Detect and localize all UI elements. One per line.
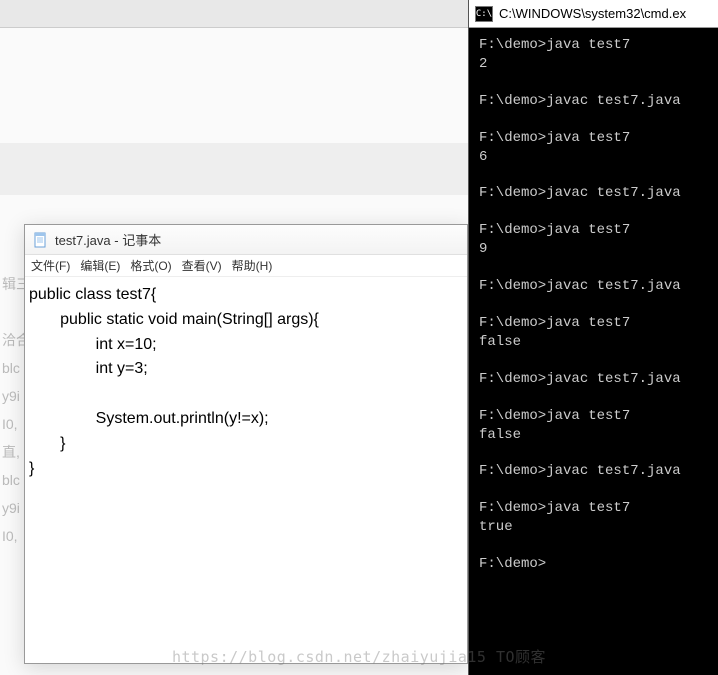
bg-fragment: 洽合 — [0, 326, 22, 354]
cmd-line: false — [479, 426, 712, 445]
cmd-line: F:\demo>javac test7.java — [479, 370, 712, 389]
cmd-line: F:\demo>javac test7.java — [479, 462, 712, 481]
cmd-terminal-output[interactable]: F:\demo>java test72 F:\demo>javac test7.… — [469, 28, 718, 580]
cmd-line: 6 — [479, 148, 712, 167]
notepad-title-bar[interactable]: test7.java - 记事本 — [25, 225, 467, 255]
cmd-title-text: C:\WINDOWS\system32\cmd.ex — [499, 6, 686, 21]
cmd-line: F:\demo>javac test7.java — [479, 92, 712, 111]
bg-fragment: blc — [0, 354, 22, 382]
cmd-line — [479, 166, 712, 184]
notepad-title-text: test7.java - 记事本 — [55, 230, 161, 249]
background-toolbar — [0, 0, 468, 28]
cmd-line: false — [479, 333, 712, 352]
cmd-title-bar[interactable]: C:\ C:\WINDOWS\system32\cmd.ex — [469, 0, 718, 28]
menu-edit[interactable]: 编辑(E) — [80, 257, 120, 274]
cmd-line: F:\demo>java test7 — [479, 407, 712, 426]
cmd-line: true — [479, 518, 712, 537]
notepad-icon — [33, 230, 49, 250]
cmd-line — [479, 203, 712, 221]
bg-fragment: y9i — [0, 494, 22, 522]
notepad-menu-bar[interactable]: 文件(F) 编辑(E) 格式(O) 查看(V) 帮助(H) — [25, 255, 467, 277]
bg-fragment — [0, 298, 22, 326]
cmd-window[interactable]: C:\ C:\WINDOWS\system32\cmd.ex F:\demo>j… — [468, 0, 718, 675]
cmd-line: F:\demo> — [479, 555, 712, 574]
cmd-line: F:\demo>java test7 — [479, 129, 712, 148]
cmd-line — [479, 389, 712, 407]
notepad-text-area[interactable]: public class test7{ public static void m… — [25, 277, 467, 487]
background-text-fragments: 辑三 洽合blcy9iI0,直,blcy9iI0, — [0, 270, 22, 550]
menu-format[interactable]: 格式(O) — [130, 257, 171, 274]
cmd-line — [479, 481, 712, 499]
cmd-line — [479, 444, 712, 462]
bg-fragment: y9i — [0, 382, 22, 410]
cmd-line — [479, 111, 712, 129]
cmd-line — [479, 74, 712, 92]
cmd-line: 9 — [479, 240, 712, 259]
bg-fragment: blc — [0, 466, 22, 494]
cmd-line: F:\demo>java test7 — [479, 36, 712, 55]
cmd-line: F:\demo>java test7 — [479, 221, 712, 240]
menu-help[interactable]: 帮助(H) — [232, 257, 273, 274]
bg-fragment: 直, — [0, 438, 22, 466]
bg-fragment: I0, — [0, 410, 22, 438]
cmd-line: F:\demo>javac test7.java — [479, 277, 712, 296]
cmd-icon: C:\ — [475, 6, 493, 22]
cmd-line — [479, 259, 712, 277]
menu-view[interactable]: 查看(V) — [182, 257, 222, 274]
bg-fragment: I0, — [0, 522, 22, 550]
cmd-line — [479, 296, 712, 314]
bg-fragment: 辑三 — [0, 270, 22, 298]
cmd-line: F:\demo>javac test7.java — [479, 184, 712, 203]
cmd-line — [479, 352, 712, 370]
cmd-line: F:\demo>java test7 — [479, 314, 712, 333]
cmd-line: 2 — [479, 55, 712, 74]
cmd-line — [479, 537, 712, 555]
background-gray-strip — [0, 143, 468, 195]
cmd-line: F:\demo>java test7 — [479, 499, 712, 518]
menu-file[interactable]: 文件(F) — [31, 257, 70, 274]
notepad-window[interactable]: test7.java - 记事本 文件(F) 编辑(E) 格式(O) 查看(V)… — [24, 224, 468, 664]
